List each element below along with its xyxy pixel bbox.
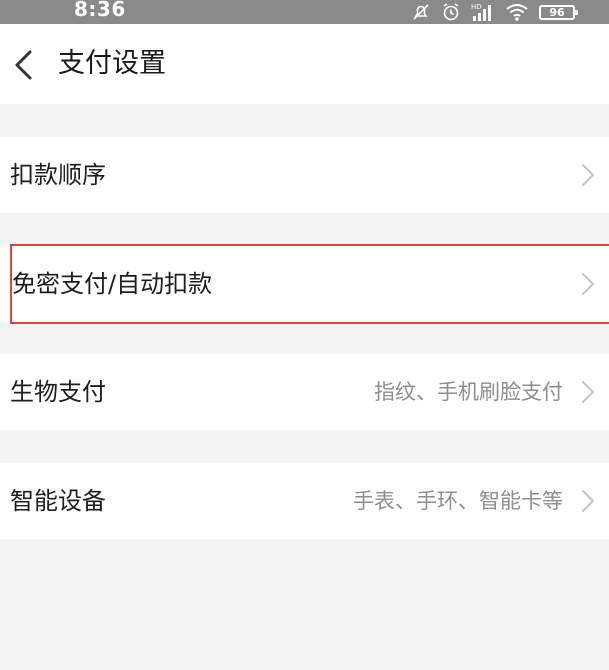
row-value: 手表、手环、智能卡等 <box>353 489 563 513</box>
row-label: 生物支付 <box>10 378 106 406</box>
svg-text:HD: HD <box>471 3 482 11</box>
signal-icon: HD <box>471 2 495 22</box>
alarm-icon <box>441 2 461 22</box>
chevron-right-icon <box>582 273 594 295</box>
row-value: 指纹、手机刷脸支付 <box>374 380 563 404</box>
row-label: 免密支付/自动扣款 <box>12 270 213 298</box>
chevron-right-icon <box>582 381 594 403</box>
row-label: 扣款顺序 <box>10 161 106 189</box>
chevron-right-icon <box>582 164 594 186</box>
row-label: 智能设备 <box>10 487 106 515</box>
status-icons: HD 96 <box>411 0 578 24</box>
status-bar: 8:36 HD 96 <box>0 0 609 24</box>
chevron-right-icon <box>582 490 594 512</box>
page-title: 支付设置 <box>58 48 166 79</box>
header: 支付设置 <box>0 24 609 104</box>
chevron-left-icon[interactable] <box>8 46 42 84</box>
settings-row-deduction-order[interactable]: 扣款顺序 <box>0 137 609 213</box>
settings-row-biometric-payment[interactable]: 生物支付 指纹、手机刷脸支付 <box>0 354 609 430</box>
status-time: 8:36 <box>74 0 126 21</box>
alarm-off-icon <box>411 2 431 22</box>
wifi-icon <box>505 2 529 22</box>
settings-row-password-free-payment[interactable]: 免密支付/自动扣款 <box>0 246 609 322</box>
battery-icon: 96 <box>539 4 578 20</box>
settings-row-smart-devices[interactable]: 智能设备 手表、手环、智能卡等 <box>0 463 609 539</box>
